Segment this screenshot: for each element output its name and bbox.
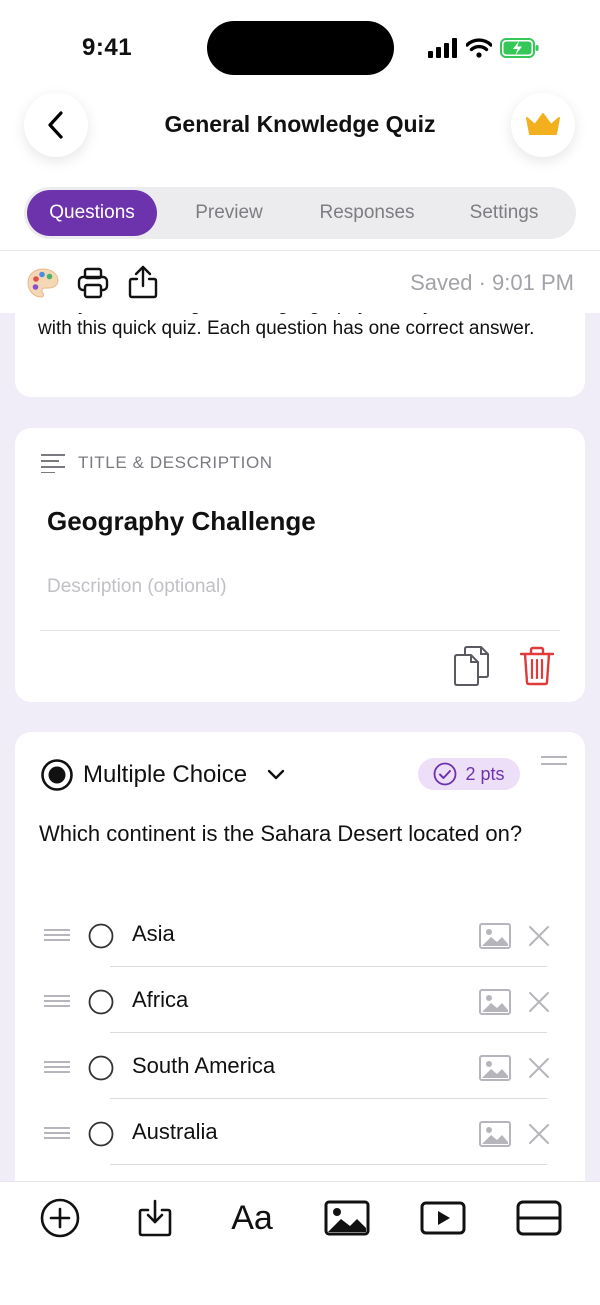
battery-charging-icon: [500, 38, 539, 58]
section-card: TITLE & DESCRIPTION Geography Challenge …: [15, 428, 585, 702]
section-icon: [516, 1200, 562, 1236]
add-image-button[interactable]: [324, 1196, 370, 1240]
option-underline: [110, 1032, 547, 1033]
import-question-button[interactable]: [133, 1196, 177, 1240]
status-icons: [428, 34, 540, 62]
plus-circle-icon: [40, 1198, 80, 1238]
option-underline: [110, 966, 547, 967]
import-icon: [138, 1199, 172, 1237]
drag-handle-icon[interactable]: [541, 754, 567, 768]
option-label[interactable]: South America: [132, 1053, 275, 1079]
segmented-tabs: Questions Preview Responses Settings: [24, 187, 576, 239]
question-text[interactable]: Which continent is the Sahara Desert loc…: [39, 820, 549, 848]
copy-icon: [454, 646, 489, 686]
close-icon[interactable]: [528, 925, 550, 947]
option-underline: [110, 1164, 547, 1165]
crown-icon: [526, 113, 560, 135]
text-lines-icon: [41, 454, 65, 473]
option-row: South America: [0, 1035, 600, 1101]
close-icon[interactable]: [528, 1123, 550, 1145]
dynamic-island: [207, 21, 394, 75]
drag-handle-icon[interactable]: [44, 995, 70, 1009]
radio-unselected-icon[interactable]: [88, 1055, 114, 1081]
tab-responses[interactable]: Responses: [301, 190, 433, 236]
duplicate-button[interactable]: [451, 644, 491, 688]
option-row: Asia: [0, 903, 600, 969]
question-type-label[interactable]: Multiple Choice: [83, 761, 247, 789]
header-divider: [0, 250, 600, 251]
section-description-input[interactable]: Description (optional): [47, 576, 227, 598]
points-label: 2 pts: [465, 763, 505, 784]
text-format-button[interactable]: Aa: [228, 1196, 276, 1240]
premium-button[interactable]: [511, 93, 575, 157]
video-play-icon: [420, 1201, 466, 1235]
tab-preview[interactable]: Preview: [157, 190, 301, 236]
saved-status: Saved · 9:01 PM: [410, 270, 574, 295]
image-icon: [324, 1200, 370, 1236]
option-label[interactable]: Australia: [132, 1119, 218, 1145]
image-icon[interactable]: [479, 923, 511, 949]
page-title: General Knowledge Quiz: [164, 111, 436, 137]
trash-icon: [519, 646, 555, 686]
image-icon[interactable]: [479, 989, 511, 1015]
drag-handle-icon[interactable]: [44, 1127, 70, 1141]
option-underline: [110, 1098, 547, 1099]
delete-button[interactable]: [519, 646, 555, 686]
section-label: TITLE & DESCRIPTION: [78, 453, 273, 472]
section-title[interactable]: Geography Challenge: [47, 506, 316, 537]
check-circle-icon: [434, 762, 457, 786]
share-icon: [128, 265, 158, 299]
theme-button[interactable]: [26, 266, 60, 300]
cellular-signal-icon: [428, 38, 457, 58]
wifi-icon: [466, 38, 492, 58]
question-type-dropdown[interactable]: [40, 758, 74, 792]
option-label[interactable]: Africa: [132, 987, 188, 1013]
palette-icon: [27, 268, 59, 298]
add-video-button[interactable]: [420, 1196, 466, 1240]
tab-questions[interactable]: Questions: [27, 190, 157, 236]
option-row: Africa: [0, 969, 600, 1035]
tab-settings[interactable]: Settings: [433, 190, 575, 236]
bottom-toolbar: [0, 1181, 600, 1305]
image-icon[interactable]: [479, 1055, 511, 1081]
printer-icon: [77, 267, 109, 299]
points-badge[interactable]: 2 pts: [418, 758, 520, 790]
radio-unselected-icon[interactable]: [88, 923, 114, 949]
status-time: 9:41: [82, 34, 133, 61]
drag-handle-icon[interactable]: [44, 929, 70, 943]
add-section-button[interactable]: [516, 1196, 562, 1240]
option-row: Australia: [0, 1101, 600, 1167]
close-icon[interactable]: [528, 1057, 550, 1079]
chevron-down-icon[interactable]: [266, 768, 286, 782]
radio-selected-icon: [41, 759, 73, 791]
form-description: Test your knowledge across geography, hi…: [38, 313, 543, 339]
drag-handle-icon[interactable]: [44, 1061, 70, 1075]
close-icon[interactable]: [528, 991, 550, 1013]
radio-unselected-icon[interactable]: [88, 1121, 114, 1147]
share-button[interactable]: [126, 264, 160, 300]
print-button[interactable]: [76, 266, 110, 300]
image-icon[interactable]: [479, 1121, 511, 1147]
add-question-button[interactable]: [38, 1196, 82, 1240]
option-label[interactable]: Asia: [132, 921, 175, 947]
section-divider: [40, 630, 560, 631]
radio-unselected-icon[interactable]: [88, 989, 114, 1015]
